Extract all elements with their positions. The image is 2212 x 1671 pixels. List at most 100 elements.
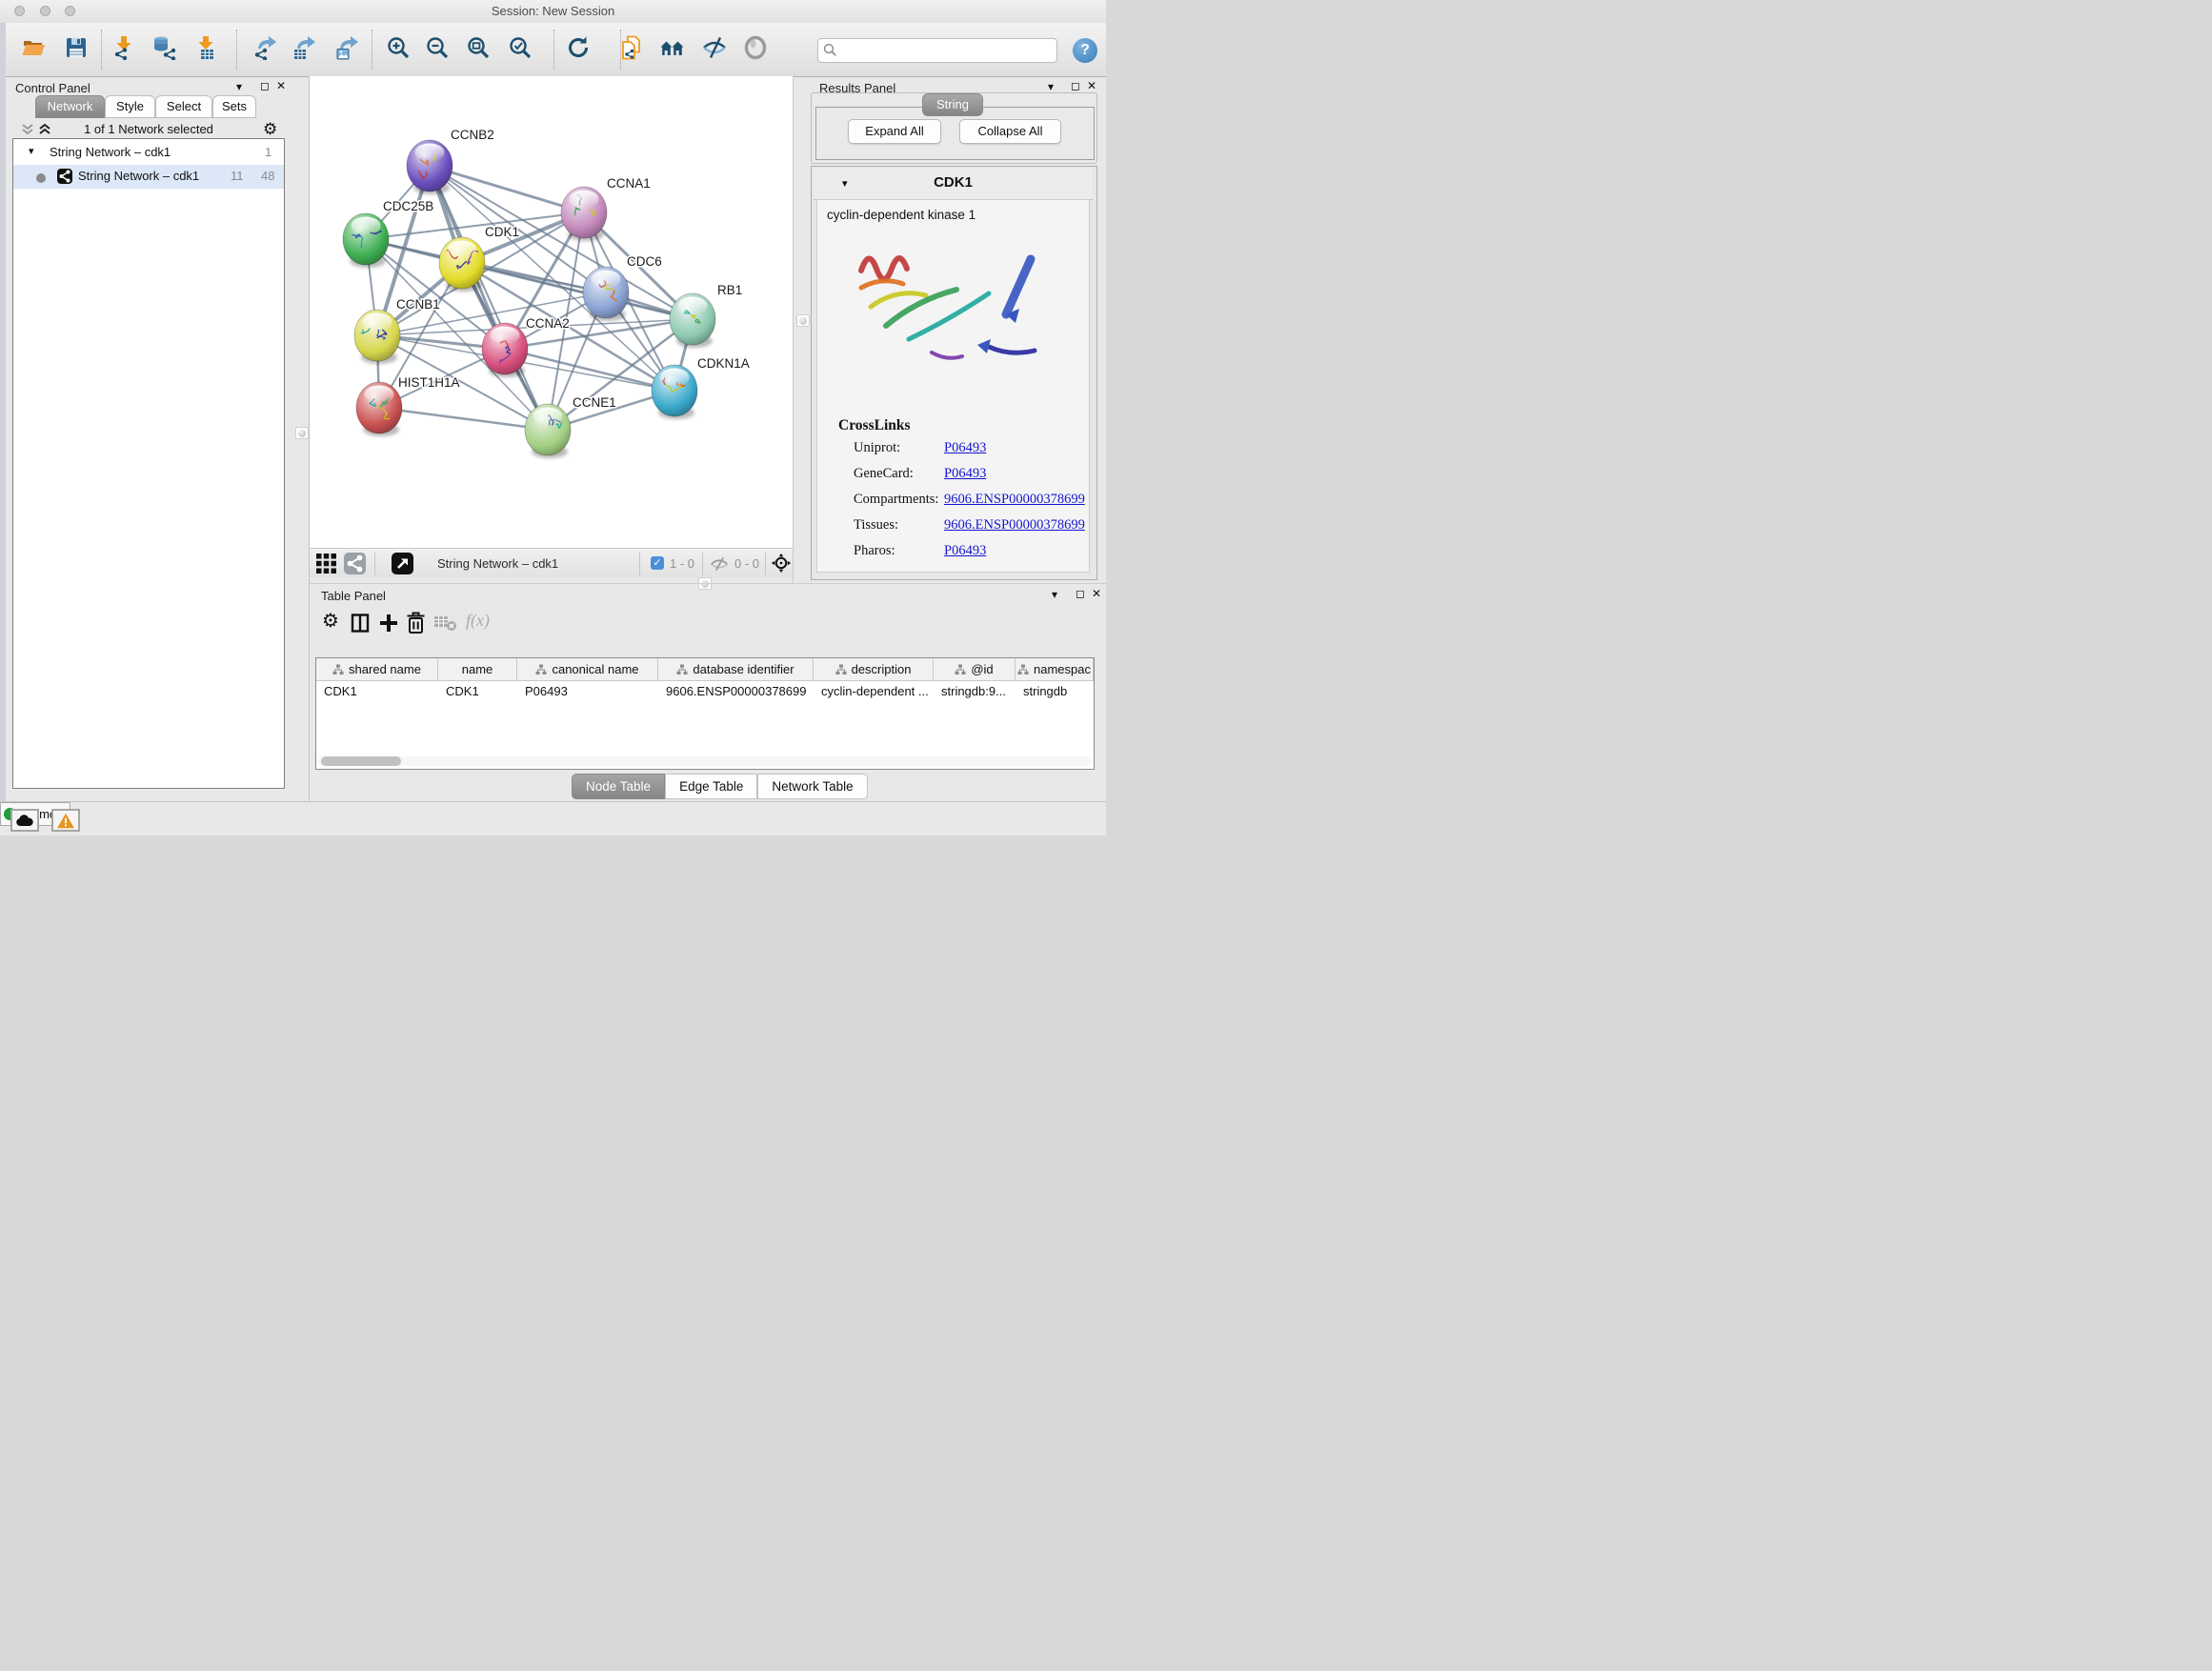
help-icon[interactable]: ? xyxy=(1073,38,1097,63)
edge-HIST1H1A-CCNE1[interactable] xyxy=(379,408,548,430)
collapse-all-button[interactable]: Collapse All xyxy=(959,119,1061,144)
control-panel-close-icon[interactable]: ✕ xyxy=(276,80,286,92)
column-header--id[interactable]: @id xyxy=(934,658,1016,680)
tab-sets[interactable]: Sets xyxy=(212,95,256,118)
search-box[interactable] xyxy=(817,38,1057,63)
open-session-icon[interactable] xyxy=(21,35,46,60)
tab-node-table[interactable]: Node Table xyxy=(572,774,665,799)
crosslink-value-link[interactable]: 9606.ENSP00000378699 xyxy=(944,517,1085,534)
network-canvas[interactable]: CCNB2CCNA1CDC25BCDK1CDC6RB1CCNB1CCNA2CDK… xyxy=(310,76,793,548)
scrollbar-thumb[interactable] xyxy=(321,756,401,766)
delete-column-icon[interactable] xyxy=(405,612,427,634)
import-table-icon[interactable] xyxy=(193,35,218,60)
zoom-fit-icon[interactable] xyxy=(466,35,491,60)
node-CCNA2[interactable] xyxy=(482,323,528,377)
birdseye-view-icon[interactable] xyxy=(315,553,337,574)
tab-style[interactable]: Style xyxy=(105,95,155,118)
node-label-CDC25B: CDC25B xyxy=(383,199,433,213)
column-header-namespac[interactable]: namespac xyxy=(1016,658,1094,680)
tab-string[interactable]: String xyxy=(922,93,983,116)
save-session-icon[interactable] xyxy=(64,35,89,60)
first-neighbors-icon[interactable] xyxy=(660,35,685,60)
table-cell[interactable]: cyclin-dependent ... xyxy=(814,681,934,701)
apply-layout-icon[interactable] xyxy=(566,35,591,60)
expand-all-button[interactable]: Expand All xyxy=(848,119,941,144)
string-style-icon[interactable] xyxy=(344,553,366,574)
protein-name: CDK1 xyxy=(814,174,1093,191)
network-collection-row[interactable]: ▾ String Network – cdk1 1 xyxy=(13,141,284,165)
create-column-icon[interactable] xyxy=(378,613,399,634)
fit-content-icon[interactable] xyxy=(771,553,792,574)
node-CDC25B[interactable] xyxy=(343,213,389,268)
import-network-file-icon[interactable] xyxy=(111,35,136,60)
table-cell[interactable]: P06493 xyxy=(517,681,658,701)
network-tree: ▾ String Network – cdk1 1 String Network… xyxy=(12,138,285,789)
crosslink-row: GeneCard:P06493 xyxy=(817,466,1091,487)
table-cell[interactable]: stringdb:9... xyxy=(934,681,1016,701)
node-CCNB2[interactable] xyxy=(407,140,452,194)
network-options-gear-icon[interactable]: ⚙ xyxy=(263,121,277,137)
crosslink-label: Uniprot: xyxy=(854,440,900,456)
column-header-shared-name[interactable]: shared name xyxy=(316,658,438,680)
control-panel-splitter-handle[interactable] xyxy=(295,427,309,439)
results-panel-close-icon[interactable]: ✕ xyxy=(1087,80,1096,92)
show-columns-icon[interactable] xyxy=(350,613,371,634)
warning-status-button[interactable] xyxy=(51,809,80,832)
hide-selected-icon[interactable] xyxy=(702,35,727,60)
node-HIST1H1A[interactable] xyxy=(356,382,402,436)
column-header-database-identifier[interactable]: database identifier xyxy=(658,658,814,680)
node-CCNE1[interactable] xyxy=(525,404,571,458)
table-panel-close-icon[interactable]: ✕ xyxy=(1092,588,1101,600)
table-cell[interactable]: stringdb xyxy=(1016,681,1094,701)
zoom-in-icon[interactable] xyxy=(386,35,411,60)
results-panel-float-icon[interactable]: ◻ xyxy=(1071,80,1080,92)
node-CDKN1A[interactable] xyxy=(652,365,697,419)
table-row[interactable]: CDK1CDK1P064939606.ENSP00000378699cyclin… xyxy=(316,681,1094,701)
protein-entry-header[interactable]: ▾ CDK1 xyxy=(814,169,1093,200)
column-header-canonical-name[interactable]: canonical name xyxy=(517,658,658,680)
control-panel-float-icon[interactable]: ◻ xyxy=(260,80,270,92)
tab-select[interactable]: Select xyxy=(155,95,212,118)
export-table-icon[interactable] xyxy=(292,35,316,60)
tab-edge-table[interactable]: Edge Table xyxy=(665,774,757,799)
open-in-browser-icon[interactable] xyxy=(392,553,413,574)
export-network-icon[interactable] xyxy=(252,35,277,60)
import-network-database-icon[interactable] xyxy=(152,35,177,60)
edge-CCNB2-CCNA1[interactable] xyxy=(430,166,584,212)
table-cell[interactable]: CDK1 xyxy=(438,681,517,701)
control-panel-collapse-icon[interactable]: ▾ xyxy=(236,81,242,93)
column-header-name[interactable]: name xyxy=(438,658,517,680)
separator xyxy=(639,552,640,575)
table-cell[interactable]: 9606.ENSP00000378699 xyxy=(658,681,814,701)
separator xyxy=(765,552,766,575)
crosslink-value-link[interactable]: P06493 xyxy=(944,440,986,456)
search-input[interactable] xyxy=(841,40,1053,61)
cloud-status-button[interactable] xyxy=(10,809,39,832)
tab-network-table[interactable]: Network Table xyxy=(757,774,867,799)
crosslink-value-link[interactable]: P06493 xyxy=(944,543,986,559)
zoom-out-icon[interactable] xyxy=(425,35,450,60)
crosslink-value-link[interactable]: P06493 xyxy=(944,466,986,482)
selected-nodes-checkbox[interactable]: ✓ xyxy=(651,556,664,570)
table-panel-float-icon[interactable]: ◻ xyxy=(1076,588,1085,600)
clone-network-icon[interactable] xyxy=(619,35,644,60)
table-cell[interactable]: CDK1 xyxy=(316,681,438,701)
tab-network[interactable]: Network xyxy=(35,95,105,118)
table-panel-collapse-icon[interactable]: ▾ xyxy=(1052,589,1057,601)
node-RB1[interactable] xyxy=(670,293,715,348)
node-CCNB1[interactable] xyxy=(354,310,400,364)
table-panel-title: Table Panel xyxy=(321,589,386,603)
crosslink-value-link[interactable]: 9606.ENSP00000378699 xyxy=(944,492,1085,508)
results-splitter-handle[interactable] xyxy=(796,314,810,327)
edge-CCNB2-CCNE1[interactable] xyxy=(430,166,548,430)
network-row-selected[interactable]: String Network – cdk1 11 48 xyxy=(13,165,284,189)
table-options-gear-icon[interactable]: ⚙ xyxy=(322,614,339,630)
node-CCNA1[interactable] xyxy=(561,187,607,241)
export-image-icon[interactable] xyxy=(334,35,359,60)
column-header-description[interactable]: description xyxy=(814,658,934,680)
node-CDK1[interactable] xyxy=(439,237,485,292)
show-all-icon[interactable] xyxy=(743,35,768,60)
node-label-CCNE1: CCNE1 xyxy=(573,395,616,410)
zoom-selected-icon[interactable] xyxy=(508,35,533,60)
tree-expander-icon[interactable]: ▾ xyxy=(29,145,34,157)
